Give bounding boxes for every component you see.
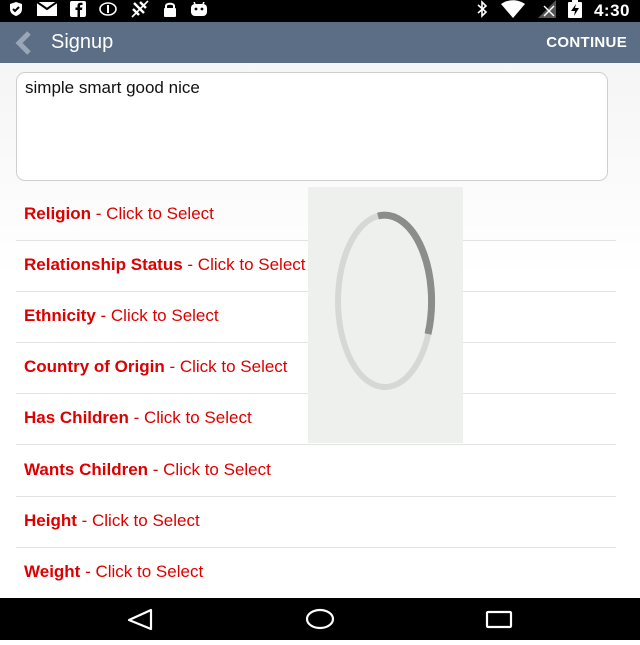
loading-overlay <box>308 187 463 443</box>
description-textarea[interactable]: simple smart good nice <box>16 72 608 181</box>
row-label: Relationship Status <box>24 255 183 274</box>
shield-icon <box>8 1 24 22</box>
signal-icon <box>537 0 556 23</box>
row-label: Weight <box>24 562 81 581</box>
row-hint: - Click to Select <box>80 562 204 581</box>
action-bar: Signup CONTINUE <box>0 22 640 63</box>
description-value: simple smart good nice <box>25 78 200 97</box>
back-triangle-icon[interactable] <box>111 598 171 640</box>
row-label: Height <box>24 511 77 530</box>
weight-select[interactable]: Weight - Click to Select <box>16 548 616 599</box>
back-chevron-icon[interactable] <box>13 31 35 55</box>
row-hint: - Click to Select <box>182 255 306 274</box>
nfc-icon <box>99 1 117 22</box>
navigation-bar <box>0 598 640 640</box>
recents-square-icon[interactable] <box>469 598 529 640</box>
row-hint: - Click to Select <box>128 408 252 427</box>
row-hint: - Click to Select <box>148 460 271 479</box>
row-label: Country of Origin <box>24 357 165 376</box>
facebook-icon <box>70 0 86 22</box>
loading-spinner-icon <box>335 211 436 390</box>
battery-charging-icon <box>567 0 582 23</box>
system-icons: 4:30 <box>476 0 630 22</box>
android-icon <box>190 1 208 21</box>
clock: 4:30 <box>593 1 630 20</box>
row-label: Religion <box>24 204 92 223</box>
row-hint: - Click to Select <box>95 306 219 325</box>
continue-button[interactable]: CONTINUE <box>546 34 627 51</box>
status-bar: 4:30 <box>0 0 640 22</box>
row-label: Has Children <box>24 408 129 427</box>
row-label: Ethnicity <box>24 306 96 325</box>
no-location-icon <box>130 0 150 23</box>
home-circle-icon[interactable] <box>290 598 350 640</box>
height-select[interactable]: Height - Click to Select <box>16 497 616 548</box>
row-label: Wants Children <box>24 460 149 479</box>
notification-icons <box>8 0 208 22</box>
mail-icon <box>36 0 58 21</box>
wifi-icon <box>500 0 526 23</box>
row-hint: - Click to Select <box>91 204 214 223</box>
row-hint: - Click to Select <box>164 357 288 376</box>
wants-children-select[interactable]: Wants Children - Click to Select <box>16 446 616 497</box>
row-hint: - Click to Select <box>76 511 200 530</box>
page-title: Signup <box>51 31 114 53</box>
bluetooth-icon <box>476 0 488 23</box>
signup-form: simple smart good nice Religion - Click … <box>0 63 640 598</box>
lock-icon <box>163 1 177 22</box>
